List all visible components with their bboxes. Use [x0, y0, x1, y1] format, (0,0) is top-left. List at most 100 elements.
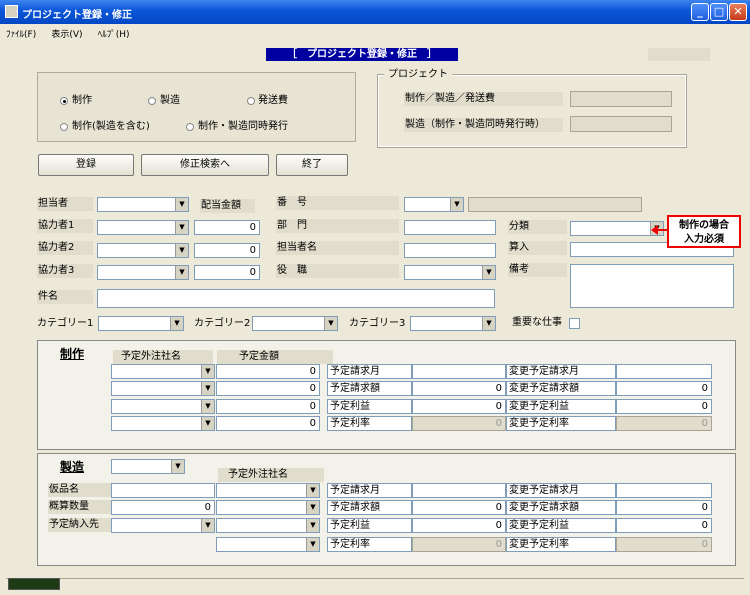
dropdown-arrow-icon: ▼ [450, 198, 463, 211]
tantoumei-input[interactable] [404, 243, 496, 258]
tantou-select[interactable]: ▼ [97, 197, 189, 212]
seizou-select[interactable]: ▼ [111, 459, 185, 474]
register-button[interactable]: 登録 [38, 154, 134, 176]
seisaku-h-riritsu-value: 0 [616, 416, 712, 431]
seisaku-company-3[interactable]: ▼ [111, 399, 215, 414]
seisaku-amount-2[interactable]: 0 [216, 381, 320, 396]
seizou-seikyu-gaku-value[interactable]: 0 [412, 500, 506, 515]
seizou-h-seikyu-month-value[interactable] [616, 483, 712, 498]
kyouryoku2-label: 協力者2 [37, 241, 93, 255]
seizou-company-1[interactable]: ▼ [216, 483, 320, 498]
seizou-h-seikyu-gaku-value[interactable]: 0 [616, 500, 712, 515]
seisaku-amount-4[interactable]: 0 [216, 416, 320, 431]
seisaku-company-1[interactable]: ▼ [111, 364, 215, 379]
kyouryoku1-select[interactable]: ▼ [97, 220, 189, 235]
kyouryoku1-label: 協力者1 [37, 219, 93, 233]
seisaku-riritsu-value: 0 [412, 416, 506, 431]
seisaku-h-seikyu-gaku-value[interactable]: 0 [616, 381, 712, 396]
bikou-input[interactable] [570, 264, 734, 308]
kyouryoku1-amount[interactable]: 0 [194, 220, 260, 235]
dropdown-arrow-icon: ▼ [482, 266, 495, 279]
seisaku-h-riritsu-label: 変更予定利率 [506, 416, 616, 431]
kyouryoku3-amount[interactable]: 0 [194, 265, 260, 280]
seizou-riritsu-value: 0 [412, 537, 506, 552]
kyouryoku3-label: 協力者3 [37, 264, 93, 278]
bumon-label: 部 門 [276, 219, 399, 233]
maximize-button[interactable]: □ [710, 3, 728, 21]
gaisan-input[interactable]: 0 [111, 500, 215, 515]
seizou-col1: 予定外注社名 [218, 468, 324, 482]
kyouryoku3-select[interactable]: ▼ [97, 265, 189, 280]
dropdown-arrow-icon: ▼ [306, 538, 319, 551]
minimize-button[interactable]: _ [691, 3, 709, 21]
bunrui-select[interactable]: ▼ [570, 221, 664, 236]
sannyu-label: 算入 [508, 241, 567, 255]
seizou-seikyu-month-value[interactable] [412, 483, 506, 498]
seizou-rieki-value[interactable]: 0 [412, 518, 506, 533]
note-line2: 入力必須 [684, 234, 724, 245]
kyouryoku2-select[interactable]: ▼ [97, 243, 189, 258]
dropdown-arrow-icon: ▼ [175, 266, 188, 279]
dropdown-arrow-icon: ▼ [171, 460, 184, 473]
cat3-select[interactable]: ▼ [410, 316, 496, 331]
seisaku-seikyu-gaku-value[interactable]: 0 [412, 381, 506, 396]
dropdown-arrow-icon: ▼ [201, 519, 214, 532]
menu-view[interactable]: 表示(V) [51, 27, 82, 40]
seizou-company-4[interactable]: ▼ [216, 537, 320, 552]
seisaku-rieki-value[interactable]: 0 [412, 399, 506, 414]
seizou-seikyu-gaku-label: 予定請求額 [327, 500, 412, 515]
kahinmei-input[interactable] [111, 483, 215, 498]
seisaku-rieki-label: 予定利益 [327, 399, 412, 414]
menu-file[interactable]: ﾌｧｲﾙ(F) [6, 27, 36, 40]
seisaku-h-seikyu-month-value[interactable] [616, 364, 712, 379]
cat2-select[interactable]: ▼ [252, 316, 338, 331]
seisaku-company-2[interactable]: ▼ [111, 381, 215, 396]
yakushoku-select[interactable]: ▼ [404, 265, 496, 280]
page-title: ［ プロジェクト登録・修正 ］ [266, 48, 458, 61]
seisaku-company-4[interactable]: ▼ [111, 416, 215, 431]
close-button[interactable]: ✕ [729, 3, 747, 21]
tantou-label: 担当者 [37, 197, 93, 211]
radio-douji-label: 制作・製造同時発行 [198, 121, 288, 132]
cat1-select[interactable]: ▼ [98, 316, 184, 331]
bangou-select[interactable]: ▼ [404, 197, 464, 212]
menu-help[interactable]: ﾍﾙﾌﾟ(H) [98, 27, 130, 40]
seizou-h-rieki-label: 変更予定利益 [506, 518, 616, 533]
haitou-label: 配当金額 [200, 199, 255, 213]
dropdown-arrow-icon: ▼ [175, 221, 188, 234]
seisaku-riritsu-label: 予定利率 [327, 416, 412, 431]
seizou-title: 製造 [60, 460, 85, 474]
seizou-h-riritsu-value: 0 [616, 537, 712, 552]
bangou-label: 番 号 [276, 196, 399, 210]
app-icon [5, 5, 18, 18]
juuyou-checkbox[interactable] [569, 318, 580, 329]
radio-seisaku-incl[interactable] [60, 123, 68, 131]
bumon-input[interactable] [404, 220, 496, 235]
seisaku-h-rieki-value[interactable]: 0 [616, 399, 712, 414]
kenmei-input[interactable] [97, 289, 495, 308]
seisaku-amount-3[interactable]: 0 [216, 399, 320, 414]
seisaku-seikyu-month-value[interactable] [412, 364, 506, 379]
dropdown-arrow-icon: ▼ [324, 317, 337, 330]
title-bar: プロジェクト登録・修正 _ □ ✕ [0, 0, 750, 24]
nounyu-select[interactable]: ▼ [111, 518, 215, 533]
status-slot [648, 48, 710, 61]
seizou-company-3[interactable]: ▼ [216, 518, 320, 533]
seizou-h-rieki-value[interactable]: 0 [616, 518, 712, 533]
seisaku-amount-1[interactable]: 0 [216, 364, 320, 379]
radio-hassouhi[interactable] [247, 97, 255, 105]
radio-seisaku[interactable] [60, 97, 68, 105]
note-line1: 制作の場合 [679, 220, 729, 231]
menu-bar: ﾌｧｲﾙ(F) 表示(V) ﾍﾙﾌﾟ(H) [0, 24, 750, 41]
seizou-company-2[interactable]: ▼ [216, 500, 320, 515]
project-row2-field [570, 116, 672, 132]
cat1-label: カテゴリー1 [37, 318, 94, 329]
project-row2-label: 製造（制作・製造同時発行時） [404, 118, 563, 132]
search-button[interactable]: 修正検索へ [141, 154, 269, 176]
radio-seizou[interactable] [148, 97, 156, 105]
kyouryoku2-amount[interactable]: 0 [194, 243, 260, 258]
end-button[interactable]: 終了 [276, 154, 348, 176]
radio-douji[interactable] [186, 123, 194, 131]
arrow-left-icon [651, 225, 658, 235]
seizou-h-riritsu-label: 変更予定利率 [506, 537, 616, 552]
